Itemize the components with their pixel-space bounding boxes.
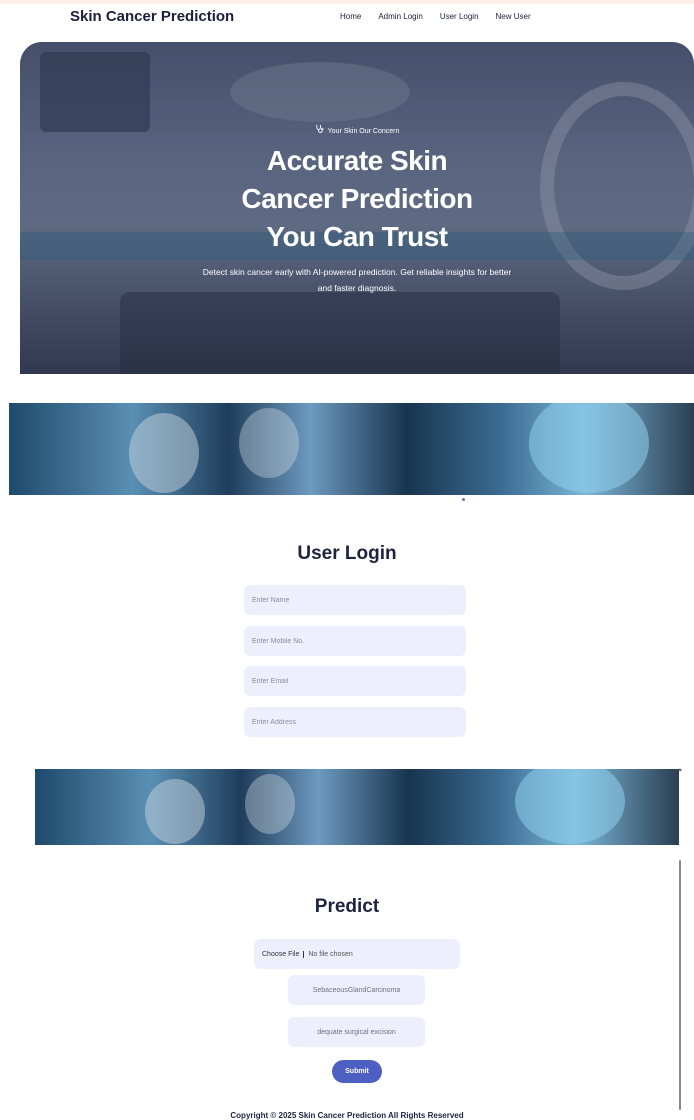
- hero-subtitle: Detect skin cancer early with AI-powered…: [202, 267, 512, 293]
- stethoscope-icon: [315, 124, 324, 135]
- hero-banner: Your Skin Our Concern Accurate Skin Canc…: [20, 42, 694, 374]
- hero-title: Accurate Skin Cancer Prediction You Can …: [241, 145, 473, 252]
- hero-tagline: Your Skin Our Concern: [20, 124, 694, 135]
- brand-logo[interactable]: Skin Cancer Prediction: [70, 8, 234, 25]
- file-status: No file chosen: [308, 950, 353, 958]
- predict-title: Predict: [314, 896, 380, 917]
- top-strip: [0, 0, 694, 4]
- name-field[interactable]: [244, 585, 466, 615]
- nav-new-user[interactable]: New User: [496, 12, 531, 21]
- treatment-result: dequate surgical excision: [288, 1017, 425, 1047]
- nav-admin-login[interactable]: Admin Login: [378, 12, 422, 21]
- hero-tag-text: Your Skin Our Concern: [327, 128, 400, 135]
- login-title: User Login: [297, 543, 397, 564]
- carousel-dot[interactable]: [462, 498, 465, 501]
- surgeons-banner-2: [35, 769, 679, 845]
- choose-file-button[interactable]: Choose File: [262, 950, 305, 958]
- submit-button[interactable]: Submit: [332, 1060, 382, 1083]
- prediction-result: SebaceousGlandCarcinoma: [288, 975, 425, 1005]
- scrollbar[interactable]: [679, 860, 681, 1110]
- surgeons-banner-1: [9, 403, 694, 495]
- nav-home[interactable]: Home: [340, 12, 361, 21]
- address-field[interactable]: [244, 707, 466, 737]
- mobile-field[interactable]: [244, 626, 466, 656]
- nav-user-login[interactable]: User Login: [440, 12, 479, 21]
- email-field[interactable]: [244, 666, 466, 696]
- scroll-up-arrow-icon[interactable]: [678, 768, 682, 771]
- footer-copyright: Copyright © 2025 Skin Cancer Prediction …: [230, 1111, 464, 1120]
- file-input[interactable]: Choose File No file chosen: [254, 939, 460, 969]
- main-nav: Home Admin Login User Login New User: [340, 12, 531, 21]
